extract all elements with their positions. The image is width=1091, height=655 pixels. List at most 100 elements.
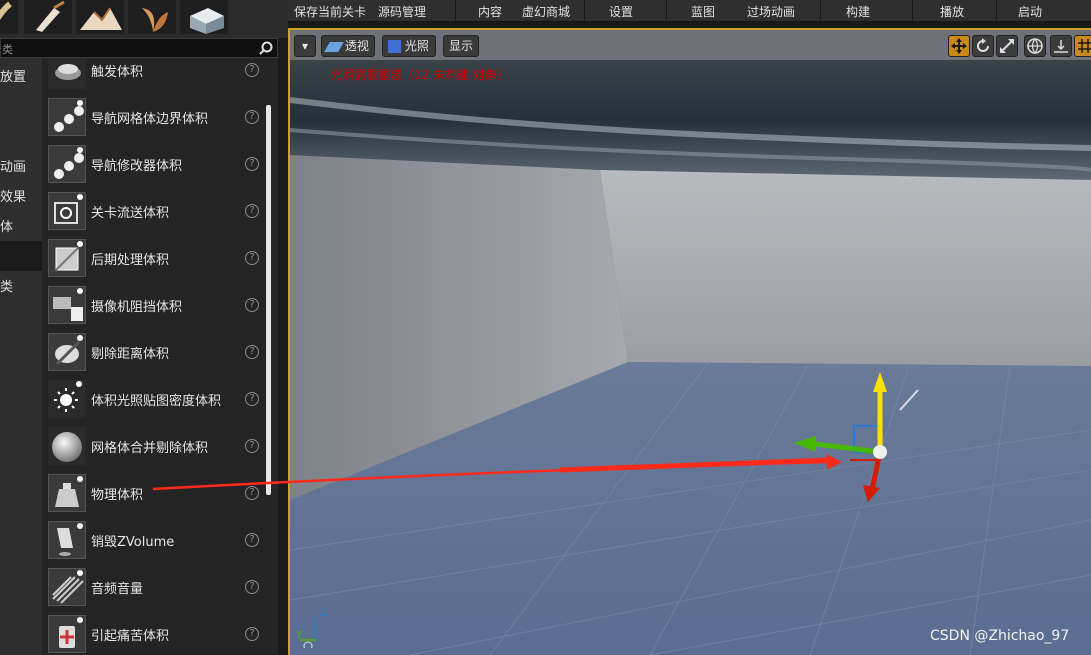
geometry-mode-icon[interactable] (180, 0, 230, 34)
lit-mode-button[interactable]: 光照 (382, 35, 436, 57)
translate-icon[interactable] (948, 35, 970, 57)
axis-z-label: Z (320, 608, 327, 619)
toolbar-separator (455, 0, 456, 22)
help-icon[interactable]: ? (245, 110, 259, 124)
content-button[interactable]: 内容 (478, 3, 502, 20)
paint-mode-icon[interactable] (24, 0, 74, 34)
blueprints-button[interactable]: 蓝图 (691, 3, 715, 20)
category-place[interactable]: 放置 (0, 66, 42, 88)
rotate-icon[interactable] (972, 35, 994, 57)
show-button[interactable]: 显示 (443, 35, 479, 57)
axis-y-label: Y (296, 630, 303, 641)
viewport-options-dropdown[interactable]: ▾ (294, 35, 316, 57)
settings-button[interactable]: 设置 (609, 3, 633, 20)
category-list: 放置 动画 效果 体 类 (0, 58, 42, 655)
toolbar-separator (820, 0, 821, 22)
list-item-label: 关卡流送体积 (91, 206, 170, 221)
help-icon[interactable]: ? (245, 533, 259, 547)
kill-z-volume-icon (48, 521, 86, 559)
category-volumes[interactable]: 体 (0, 216, 42, 238)
camera-blocking-icon (48, 286, 86, 324)
perspective-icon (324, 41, 344, 52)
list-item-label: 摄像机阻挡体积 (91, 300, 183, 315)
axis-indicator: Z Y (296, 608, 332, 651)
list-item-label: 网格体合并剔除体积 (91, 441, 209, 456)
trigger-volume-icon (48, 58, 86, 89)
toolbar-separator (666, 0, 667, 22)
source-control-button[interactable]: 源码管理 (378, 3, 426, 20)
help-icon[interactable]: ? (245, 486, 259, 500)
launch-button[interactable]: 启动 (1018, 3, 1042, 20)
list-item-post-process[interactable]: 后期处理体积 ? (42, 236, 264, 283)
category-animation[interactable]: 动画 (0, 156, 42, 178)
list-item-level-streaming[interactable]: 关卡流送体积 ? (42, 189, 264, 236)
list-item-label: 导航网格体边界体积 (91, 112, 209, 127)
search-bar[interactable]: 类 (0, 38, 278, 58)
cull-distance-icon (48, 333, 86, 371)
perspective-label: 透视 (344, 39, 369, 53)
help-icon[interactable]: ? (245, 63, 259, 77)
save-current-level-button[interactable]: 保存当前关卡 (294, 3, 366, 20)
list-item-trigger-volume[interactable]: 触发体积 ? (42, 58, 264, 95)
list-item-mesh-merge-cull[interactable]: 网格体合并剔除体积 ? (42, 424, 264, 471)
list-item-label: 引起痛苦体积 (91, 629, 170, 644)
list-item-pain-causing[interactable]: 引起痛苦体积 ? (42, 612, 264, 655)
help-icon[interactable]: ? (245, 251, 259, 265)
list-item-lightmap-density[interactable]: 体积光照贴图密度体积 ? (42, 377, 264, 424)
landscape-mode-icon[interactable] (76, 0, 126, 34)
scale-icon[interactable] (996, 35, 1018, 57)
help-icon[interactable]: ? (245, 345, 259, 359)
toolbar-separator (912, 0, 913, 22)
list-item-camera-blocking[interactable]: 摄像机阻挡体积 ? (42, 283, 264, 330)
list-item-label: 后期处理体积 (91, 253, 170, 268)
build-button[interactable]: 构建 (846, 3, 870, 20)
foliage-mode-icon[interactable] (128, 0, 178, 34)
category-effects[interactable]: 效果 (0, 186, 42, 208)
list-scrollbar[interactable] (266, 105, 271, 495)
list-item-label: 音频音量 (91, 582, 144, 597)
level-viewport[interactable]: ▾ 透视 光照 显示 光照需要重建（12 未构建 对象） Z Y (288, 28, 1091, 655)
surface-snap-icon[interactable] (1050, 35, 1072, 57)
place-mode-icon[interactable] (0, 0, 20, 34)
list-item-label: 物理体积 (91, 488, 144, 503)
list-item-label: 销毁ZVolume (91, 535, 175, 550)
help-icon[interactable]: ? (245, 298, 259, 312)
search-input[interactable]: 类 (2, 41, 13, 57)
help-icon[interactable]: ? (245, 157, 259, 171)
cinematics-button[interactable]: 过场动画 (747, 3, 795, 20)
mesh-merge-cull-icon (48, 427, 86, 465)
world-local-icon[interactable] (1024, 35, 1046, 57)
lit-label: 光照 (404, 39, 429, 53)
list-item-cull-distance[interactable]: 剔除距离体积 ? (42, 330, 264, 377)
nav-modifier-icon (48, 145, 86, 183)
play-button[interactable]: 播放 (940, 3, 964, 20)
category-classes[interactable]: 类 (0, 276, 42, 298)
list-item-label: 导航修改器体积 (91, 159, 183, 174)
list-item-audio-volume[interactable]: 音频音量 ? (42, 565, 264, 612)
pain-causing-icon (48, 615, 86, 653)
main-toolbar: 保存当前关卡 源码管理 内容 虚幻商城 设置 蓝图 过场动画 构建 播放 启动 (288, 0, 1091, 22)
list-item-nav-modifier[interactable]: 导航修改器体积 ? (42, 142, 264, 189)
help-icon[interactable]: ? (245, 627, 259, 641)
help-icon[interactable]: ? (245, 204, 259, 218)
list-item-kill-z-volume[interactable]: 销毁ZVolume ? (42, 518, 264, 565)
category-selected[interactable] (0, 241, 42, 271)
list-item-physics-volume[interactable]: 物理体积 ? (42, 471, 264, 518)
list-item-nav-mesh-bounds[interactable]: 导航网格体边界体积 ? (42, 95, 264, 142)
post-process-icon (48, 239, 86, 277)
list-item-label: 体积光照贴图密度体积 (91, 394, 222, 409)
lit-cube-icon (388, 40, 401, 53)
marketplace-button[interactable]: 虚幻商城 (522, 3, 570, 20)
help-icon[interactable]: ? (245, 392, 259, 406)
help-icon[interactable]: ? (245, 580, 259, 594)
perspective-button[interactable]: 透视 (321, 35, 375, 57)
physics-volume-icon (48, 474, 86, 512)
level-streaming-icon (48, 192, 86, 230)
watermark: CSDN @Zhichao_97 (930, 628, 1070, 644)
grid-snap-icon[interactable] (1074, 35, 1091, 57)
help-icon[interactable]: ? (245, 439, 259, 453)
search-icon[interactable] (259, 41, 273, 58)
list-item-label: 触发体积 (91, 65, 144, 80)
nav-mesh-bounds-icon (48, 98, 86, 136)
audio-volume-icon (48, 568, 86, 606)
